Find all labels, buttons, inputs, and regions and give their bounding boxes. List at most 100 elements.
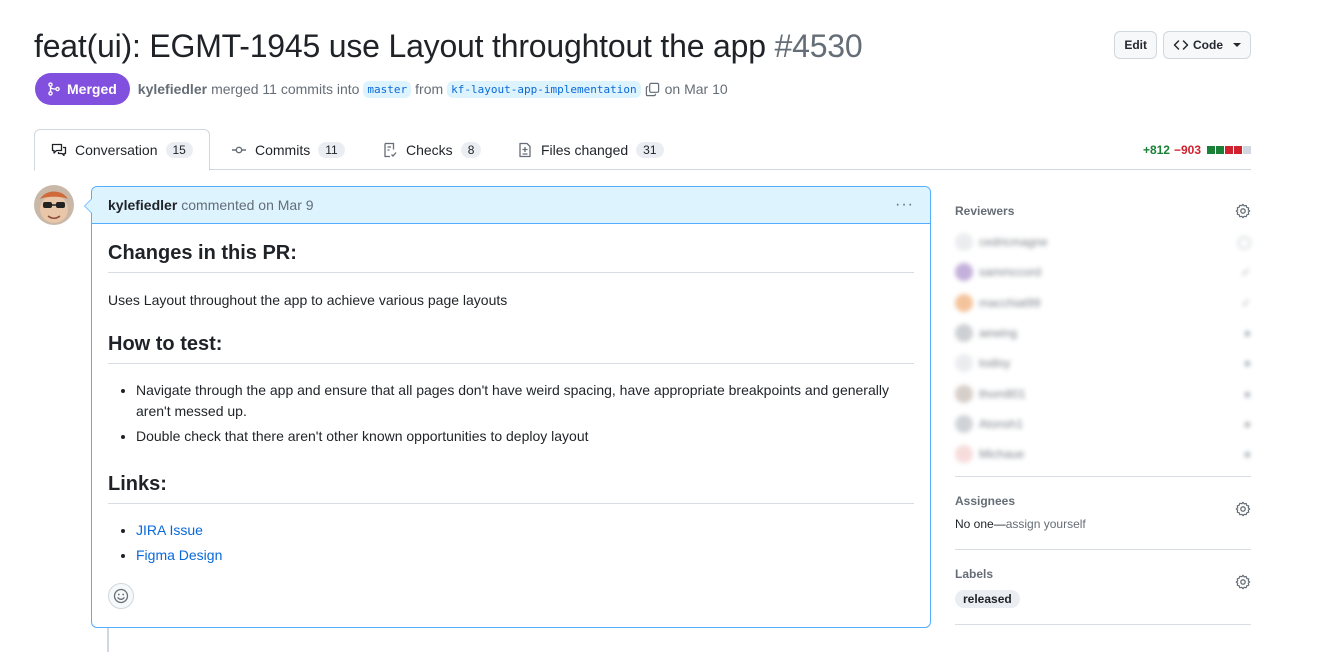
- reviewer-item[interactable]: cedricmagne ◯: [955, 227, 1251, 257]
- tab-counter: 15: [165, 142, 193, 158]
- tab-counter: 11: [318, 141, 345, 158]
- diffstat-block: [1207, 146, 1215, 154]
- kebab-horizontal-icon[interactable]: ···: [895, 196, 914, 214]
- gear-icon[interactable]: [1235, 574, 1251, 590]
- reviewers-title: Reviewers: [955, 204, 1015, 218]
- review-status-icon: ●: [1243, 386, 1251, 401]
- tab-label: Conversation: [75, 142, 158, 158]
- labels-title: Labels: [955, 567, 994, 581]
- smiley-icon: [113, 588, 129, 604]
- reviewer-name: macchiat99: [979, 295, 1041, 310]
- assignees-value: No one—assign yourself: [955, 517, 1251, 549]
- tab-checks[interactable]: Checks 8: [366, 129, 497, 170]
- gear-icon[interactable]: [1235, 203, 1251, 219]
- pr-meta: Merged kylefiedler merged 11 commits int…: [35, 73, 728, 105]
- avatar[interactable]: [34, 185, 74, 225]
- test-list: Navigate through the app and ensure that…: [108, 380, 914, 447]
- pr-title-text: feat(ui): EGMT-1945 use Layout throughto…: [34, 28, 766, 64]
- reviewer-name: Michaue: [979, 447, 1025, 462]
- assign-yourself-link[interactable]: assign yourself: [1006, 517, 1086, 531]
- reviewer-name: todisy: [979, 356, 1011, 371]
- reviewer-name: cedricmagne: [979, 235, 1048, 250]
- add-reaction-button[interactable]: [108, 583, 134, 609]
- code-button[interactable]: Code: [1163, 31, 1251, 59]
- code-icon: [1173, 37, 1189, 53]
- list-item: Navigate through the app and ensure that…: [136, 380, 914, 422]
- list-item: Double check that there aren't other kno…: [136, 426, 914, 447]
- diffstat-additions: +812: [1142, 143, 1170, 157]
- head-branch[interactable]: kf-layout-app-implementation: [447, 80, 641, 98]
- diffstat-deletions: −903: [1173, 143, 1201, 157]
- list-item: Figma Design: [136, 545, 914, 566]
- reviewer-item[interactable]: aewing ●: [955, 318, 1251, 348]
- chevron-down-icon: [1233, 43, 1241, 47]
- tab-files-changed[interactable]: Files changed 31: [501, 129, 680, 170]
- reviewer-avatar: [955, 414, 973, 433]
- comment-meta: commented on Mar 9: [181, 197, 314, 213]
- comment-discussion-icon: [51, 142, 67, 158]
- jira-issue-link[interactable]: JIRA Issue: [136, 522, 203, 538]
- code-button-label: Code: [1193, 38, 1223, 52]
- from-text: from: [415, 81, 444, 97]
- changes-paragraph: Uses Layout throughout the app to achiev…: [108, 292, 508, 308]
- diffstat-block: [1216, 146, 1224, 154]
- pr-description-comment: kylefiedler commented on Mar 9 ··· Chang…: [84, 186, 931, 628]
- edit-button-label: Edit: [1124, 38, 1147, 52]
- reviewer-name: thom801: [979, 386, 1026, 401]
- reviewer-avatar: [955, 384, 973, 403]
- pr-header: feat(ui): EGMT-1945 use Layout throughto…: [34, 26, 1251, 66]
- tab-counter: 8: [460, 141, 482, 158]
- merge-summary: kylefiedler merged 11 commits into maste…: [138, 80, 728, 98]
- figma-design-link[interactable]: Figma Design: [136, 547, 222, 563]
- title-actions: Edit Code: [1114, 31, 1251, 59]
- reviewer-name: sammccord: [979, 265, 1042, 280]
- reviewer-item[interactable]: Michaue ●: [955, 439, 1251, 469]
- links-list: JIRA Issue Figma Design: [108, 520, 914, 566]
- reviewer-item[interactable]: todisy ●: [955, 348, 1251, 378]
- heading-links: Links:: [108, 471, 914, 504]
- assignees-title: Assignees: [955, 494, 1016, 508]
- tab-conversation[interactable]: Conversation 15: [34, 129, 210, 171]
- reviewer-item[interactable]: sammccord ✓: [955, 257, 1251, 287]
- review-status-icon: ✓: [1240, 265, 1251, 280]
- reviewer-item[interactable]: Atonsh1 ●: [955, 409, 1251, 439]
- checklist-icon: [382, 142, 398, 158]
- git-merge-icon: [47, 82, 61, 96]
- heading-how-to-test: How to test:: [108, 331, 914, 364]
- merge-date: on Mar 10: [664, 81, 728, 97]
- review-status-icon: ◯: [1237, 235, 1251, 250]
- review-status-icon: ●: [1243, 416, 1251, 431]
- reviewer-avatar: [955, 293, 973, 312]
- reviewer-item[interactable]: macchiat99 ✓: [955, 288, 1251, 318]
- review-status-icon: ✓: [1240, 295, 1251, 310]
- pr-author-link[interactable]: kylefiedler: [138, 81, 207, 97]
- assignees-none: No one—: [955, 517, 1006, 531]
- tab-commits[interactable]: Commits 11: [215, 129, 361, 170]
- comment-author[interactable]: kylefiedler: [108, 197, 177, 213]
- tab-counter: 31: [636, 141, 664, 158]
- reviewer-avatar: [955, 263, 973, 282]
- reviewer-item[interactable]: thom801 ●: [955, 378, 1251, 408]
- label-released[interactable]: released: [955, 590, 1020, 608]
- copy-icon[interactable]: [645, 81, 661, 97]
- reviewer-avatar: [955, 445, 973, 464]
- reviewer-list: cedricmagne ◯ sammccord ✓ macchiat99 ✓ aewing ●…: [955, 227, 1251, 469]
- diffstat: +812 −903: [1143, 143, 1251, 157]
- tab-label: Checks: [406, 141, 453, 158]
- git-commit-icon: [231, 142, 247, 158]
- review-status-icon: ●: [1243, 447, 1251, 462]
- gear-icon[interactable]: [1235, 501, 1251, 517]
- tab-label: Files changed: [541, 141, 629, 158]
- diffstat-block: [1225, 146, 1233, 154]
- reviewer-avatar: [955, 324, 973, 343]
- reviewer-avatar: [955, 354, 973, 373]
- diffstat-blocks: [1207, 146, 1251, 154]
- merged-state-badge: Merged: [35, 73, 130, 105]
- timeline-line: [107, 628, 109, 652]
- comment-body: Changes in this PR: Uses Layout througho…: [92, 224, 930, 566]
- list-item: JIRA Issue: [136, 520, 914, 541]
- edit-button[interactable]: Edit: [1114, 31, 1157, 59]
- merge-text: merged 11 commits into: [211, 81, 360, 97]
- base-branch[interactable]: master: [363, 80, 412, 98]
- file-diff-icon: [517, 142, 533, 158]
